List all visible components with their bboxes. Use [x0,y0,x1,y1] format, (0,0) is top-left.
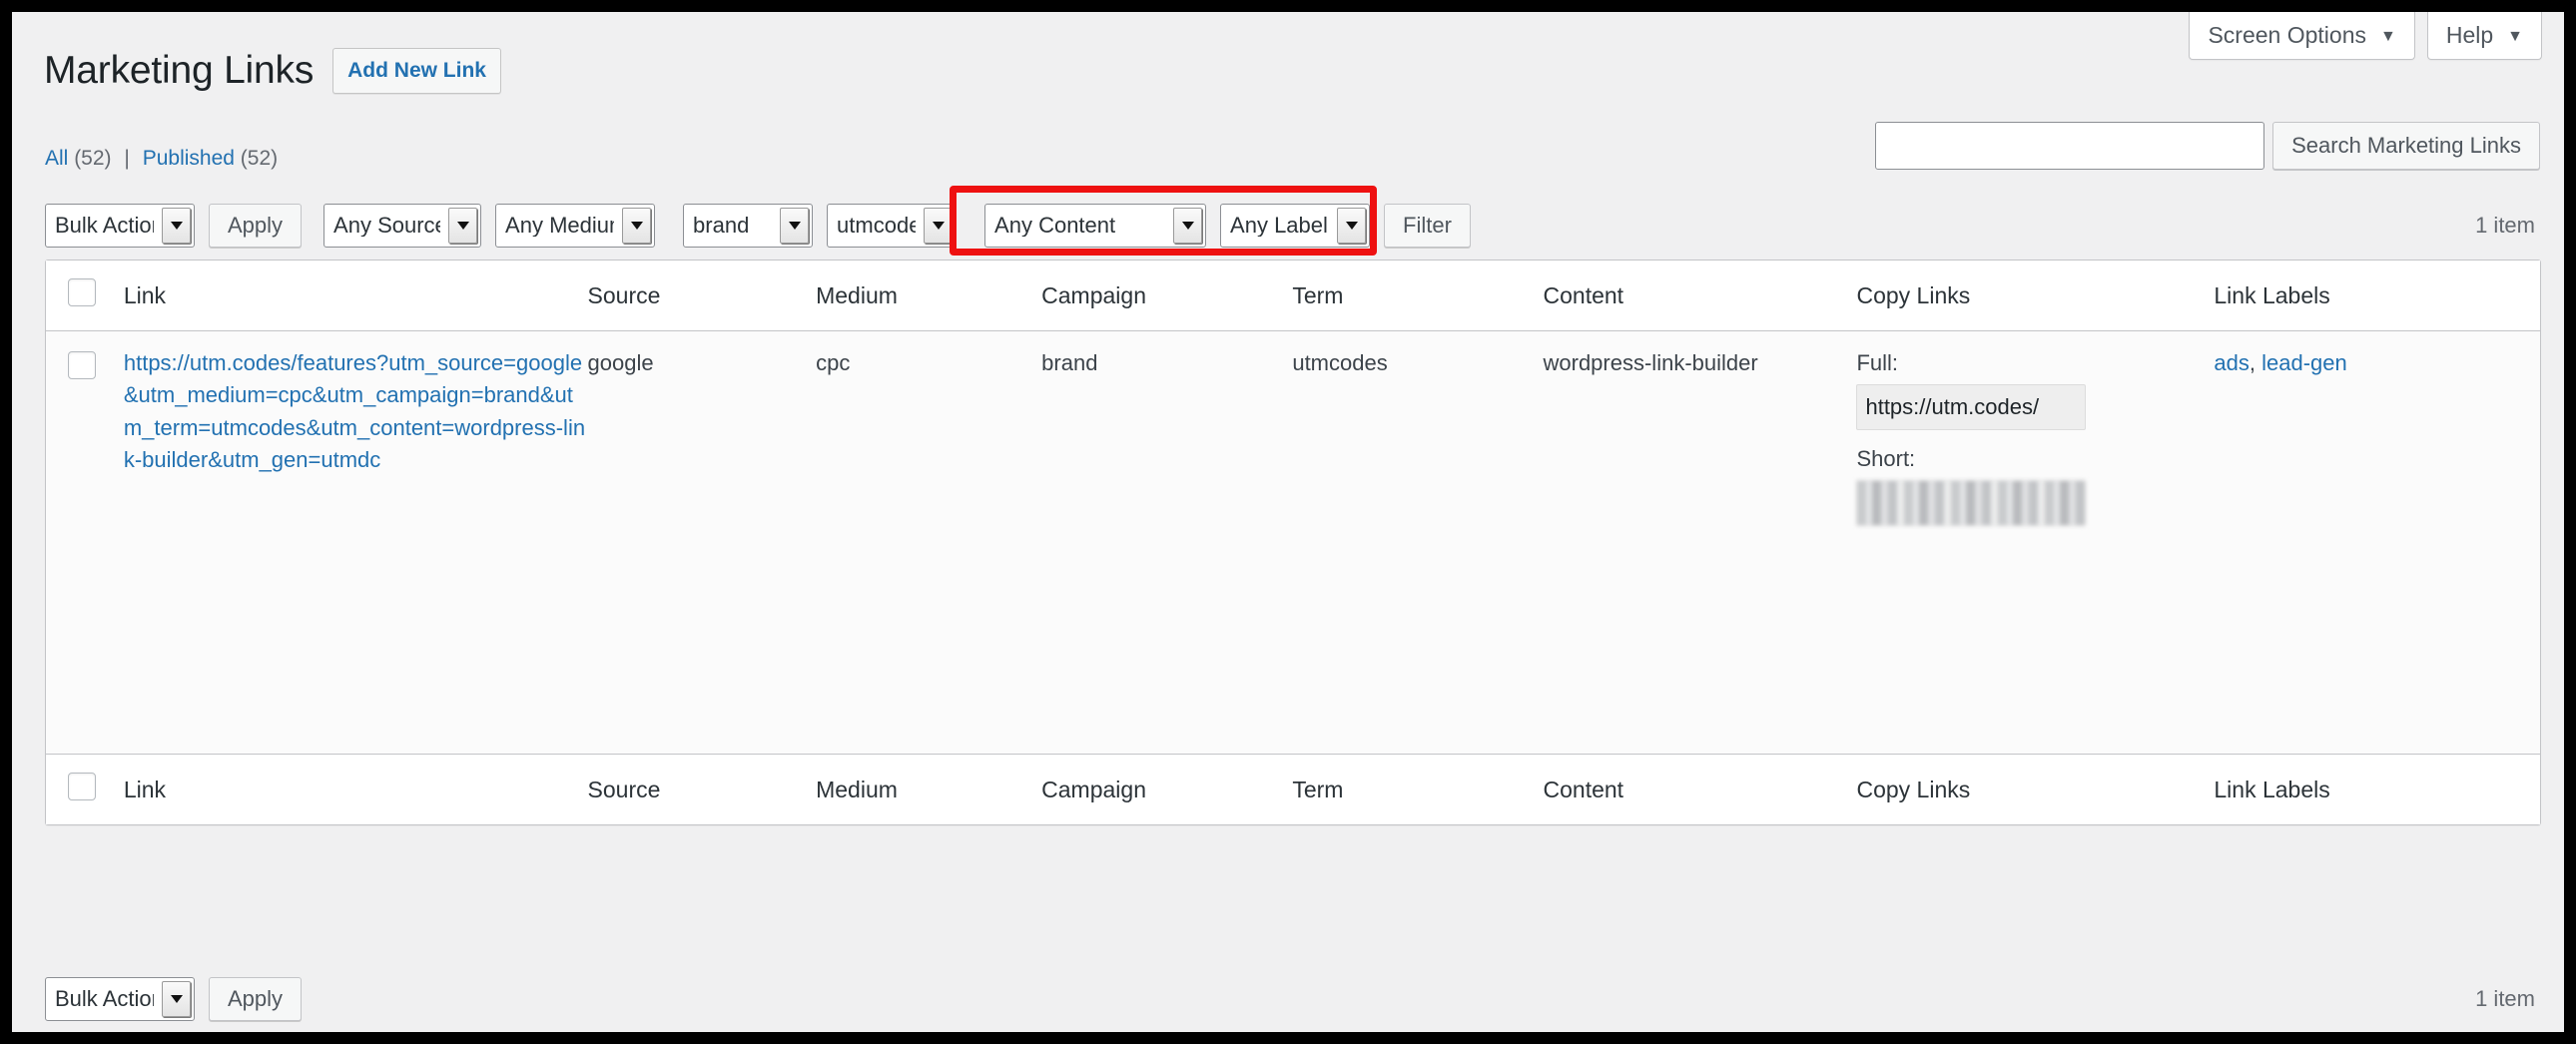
cell-term: utmcodes [1292,331,1543,555]
view-published-count: (52) [241,147,278,170]
cell-content: wordpress-link-builder [1544,331,1857,555]
campaign-filter-select[interactable]: brand [683,204,813,248]
content-filter-select[interactable]: Any Content [984,204,1206,248]
chevron-down-icon: ▼ [2380,29,2396,45]
bulk-actions-select[interactable]: Bulk Actions [45,204,195,248]
cell-source: google [588,331,817,555]
medium-filter-select[interactable]: Any Medium [495,204,655,248]
screen-options-button[interactable]: Screen Options ▼ [2189,12,2414,60]
column-footer-term[interactable]: Term [1292,755,1543,825]
screen-options-label: Screen Options [2208,24,2366,47]
column-footer-link[interactable]: Link [124,755,588,825]
bulk-actions-select-wrap: Bulk Actions [45,204,195,248]
column-header-medium[interactable]: Medium [816,261,1041,331]
cell-campaign: brand [1041,331,1292,555]
column-header-content[interactable]: Content [1544,261,1857,331]
medium-filter-wrap: Any Medium [495,204,655,248]
marketing-links-table: Link Source Medium Campaign Term Content… [45,260,2541,825]
add-new-link-button[interactable]: Add New Link [332,48,501,94]
table-row: https://utm.codes/features?utm_source=go… [46,331,2540,555]
column-footer-source[interactable]: Source [588,755,817,825]
cell-link: https://utm.codes/features?utm_source=go… [124,331,588,555]
campaign-filter-wrap: brand [683,204,813,248]
displaying-num-bottom: 1 item [2475,986,2541,1012]
column-footer-link-labels: Link Labels [2214,755,2540,825]
select-all-checkbox-footer[interactable] [68,773,96,800]
copy-short-label: Short: [1856,443,2214,475]
row-checkbox[interactable] [68,351,96,379]
bulk-actions-select-bottom[interactable]: Bulk Actions [45,977,195,1021]
views-separator: | [117,147,136,170]
admin-page: Screen Options ▼ Help ▼ Marketing Links … [12,12,2564,1032]
column-header-term[interactable]: Term [1292,261,1543,331]
copy-short-field[interactable] [1856,480,2086,526]
source-filter-wrap: Any Source [323,204,481,248]
search-submit-button[interactable]: Search Marketing Links [2272,122,2540,170]
select-all-header [46,261,124,331]
source-filter-select[interactable]: Any Source [323,204,481,248]
row-select-cell [46,331,124,555]
apply-button-top[interactable]: Apply [209,204,302,248]
table-row-spacer [46,555,2540,755]
column-footer-campaign[interactable]: Campaign [1041,755,1292,825]
copy-full-label: Full: [1856,347,2214,379]
column-header-link[interactable]: Link [124,261,588,331]
content-filter-wrap: Any Content [984,204,1206,248]
page-title: Marketing Links [44,50,314,93]
label-filter-select[interactable]: Any Label [1220,204,1370,248]
status-views: All (52) | Published (52) [45,147,278,171]
column-footer-medium[interactable]: Medium [816,755,1041,825]
table-footer-row: Link Source Medium Campaign Term Content… [46,755,2540,825]
column-footer-copy-links: Copy Links [1856,755,2214,825]
link-label-ads[interactable]: ads [2214,350,2249,375]
cell-medium: cpc [816,331,1041,555]
cell-copy-links: Full: https://utm.codes/ Short: [1856,331,2214,555]
column-header-link-labels: Link Labels [2214,261,2540,331]
row-spacer-cell [46,555,2540,755]
search-input[interactable] [1875,122,2264,170]
select-all-footer-header [46,755,124,825]
select-all-checkbox[interactable] [68,278,96,306]
filter-button[interactable]: Filter [1384,204,1471,248]
tablenav-top: Bulk Actions Apply Any Source Any Medium… [45,200,2541,252]
help-button[interactable]: Help ▼ [2427,12,2542,60]
labels-separator: , [2250,350,2261,375]
column-header-copy-links: Copy Links [1856,261,2214,331]
term-filter-wrap: utmcodes [827,204,957,248]
help-label: Help [2446,24,2493,47]
view-all-count: (52) [74,147,111,170]
term-filter-select[interactable]: utmcodes [827,204,957,248]
chevron-down-icon: ▼ [2507,29,2523,45]
copy-full-field[interactable]: https://utm.codes/ [1856,384,2086,430]
view-published-link[interactable]: Published [143,147,235,170]
screen-meta-bar: Screen Options ▼ Help ▼ [2189,12,2542,60]
label-filter-wrap: Any Label [1220,204,1370,248]
bulk-actions-bottom-wrap: Bulk Actions [45,977,195,1021]
column-header-campaign[interactable]: Campaign [1041,261,1292,331]
marketing-link-url[interactable]: https://utm.codes/features?utm_source=go… [124,350,585,472]
table-header-row: Link Source Medium Campaign Term Content… [46,261,2540,331]
cell-link-labels: ads, lead-gen [2214,331,2540,555]
displaying-num-top: 1 item [2475,213,2541,239]
link-label-lead-gen[interactable]: lead-gen [2261,350,2347,375]
view-all-link[interactable]: All [45,147,68,170]
apply-button-bottom[interactable]: Apply [209,977,302,1021]
column-header-source[interactable]: Source [588,261,817,331]
page-heading: Marketing Links Add New Link [44,48,501,94]
tablenav-bottom: Bulk Actions Apply 1 item [45,973,2541,1025]
search-box: Search Marketing Links [1875,122,2540,170]
column-footer-content[interactable]: Content [1544,755,1857,825]
